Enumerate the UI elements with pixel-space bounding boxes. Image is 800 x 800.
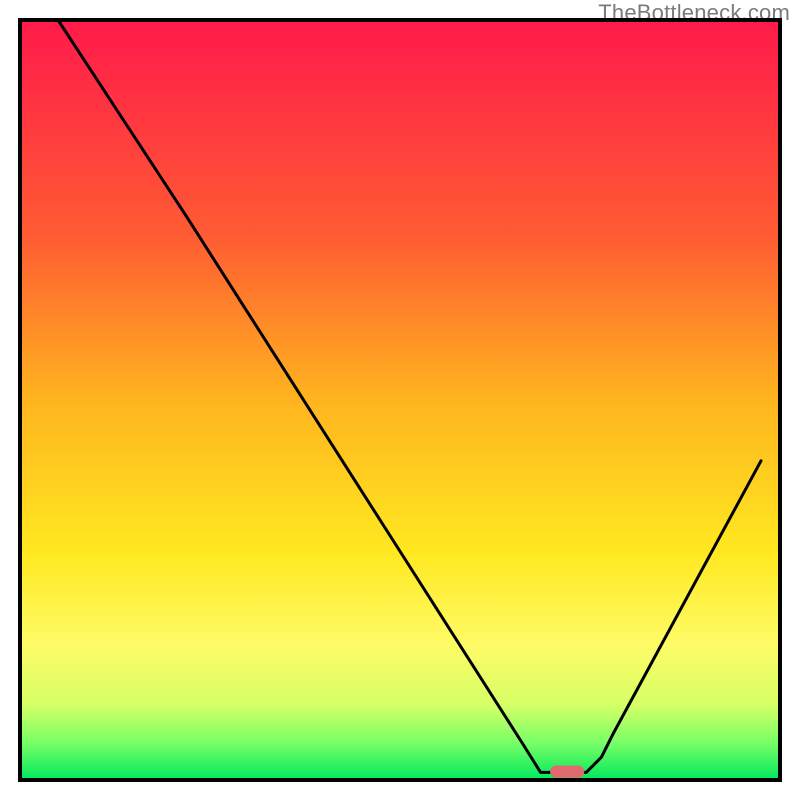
bottleneck-chart [0, 0, 800, 800]
optimal-marker [550, 766, 584, 778]
chart-container: TheBottleneck.com [0, 0, 800, 800]
